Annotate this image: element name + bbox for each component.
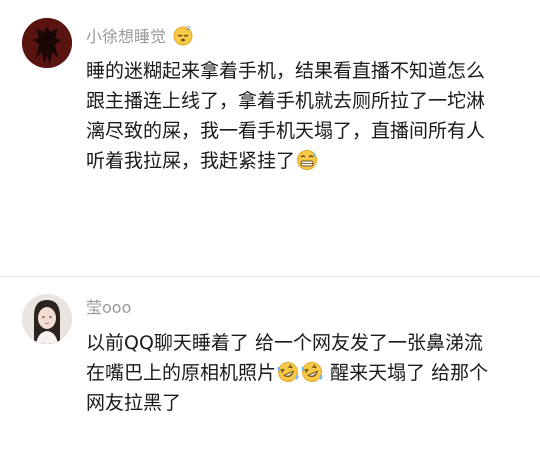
username[interactable]: 莹ooo (86, 298, 131, 318)
avatar-image (22, 18, 72, 68)
sleeping-face-icon: z (173, 25, 193, 46)
username-text: 莹ooo (86, 298, 132, 317)
comment-line-with-emoji: 在嘴巴上的原相机照片 醒来天塌了 给那个 (86, 358, 526, 388)
comment-line-text: 听着我拉屎，我赶紧挂了 (86, 150, 296, 172)
comment-text: 睡的迷糊起来拿着手机，结果看直播不知道怎么 跟主播连上线了，拿着手机就去厕所拉了… (86, 56, 526, 176)
grimacing-sweat-face-icon (297, 150, 318, 170)
username-text: 小徐想睡觉 (86, 27, 167, 46)
rolling-laughing-face-icon (277, 362, 299, 382)
comment-line-text: 醒来天塌了 给那个 (330, 362, 489, 384)
comment-line: 跟主播连上线了，拿着手机就去厕所拉了一坨淋 (86, 90, 486, 112)
comment-line: 以前QQ聊天睡着了 给一个网友发了一张鼻涕流 (86, 332, 483, 354)
username[interactable]: 小徐想睡觉 z (86, 24, 195, 47)
comment-line-last: 听着我拉屎，我赶紧挂了 (86, 146, 526, 176)
avatar[interactable] (22, 18, 72, 68)
comment-line: 睡的迷糊起来拿着手机，结果看直播不知道怎么 (86, 60, 486, 82)
avatar-image (22, 294, 72, 344)
comment-divider (0, 276, 540, 277)
svg-text:z: z (187, 25, 190, 32)
comment-text: 以前QQ聊天睡着了 给一个网友发了一张鼻涕流 在嘴巴上的原相机照片 醒来天塌了 … (86, 328, 526, 418)
comment-item: 莹ooo 以前QQ聊天睡着了 给一个网友发了一张鼻涕流 在嘴巴上的原相机照片 醒… (0, 282, 540, 459)
avatar[interactable] (22, 294, 72, 344)
comment-item: 小徐想睡觉 z 睡的迷糊起来拿着手机，结果看直播不知道怎么 跟主播连上线了，拿着… (0, 0, 540, 270)
comment-line: 网友拉黑了 (86, 392, 182, 414)
comment-line: 漓尽致的屎，我一看手机天塌了，直播间所有人 (86, 120, 486, 142)
rolling-laughing-face-icon (301, 362, 323, 382)
comment-line-text: 在嘴巴上的原相机照片 (86, 362, 277, 384)
